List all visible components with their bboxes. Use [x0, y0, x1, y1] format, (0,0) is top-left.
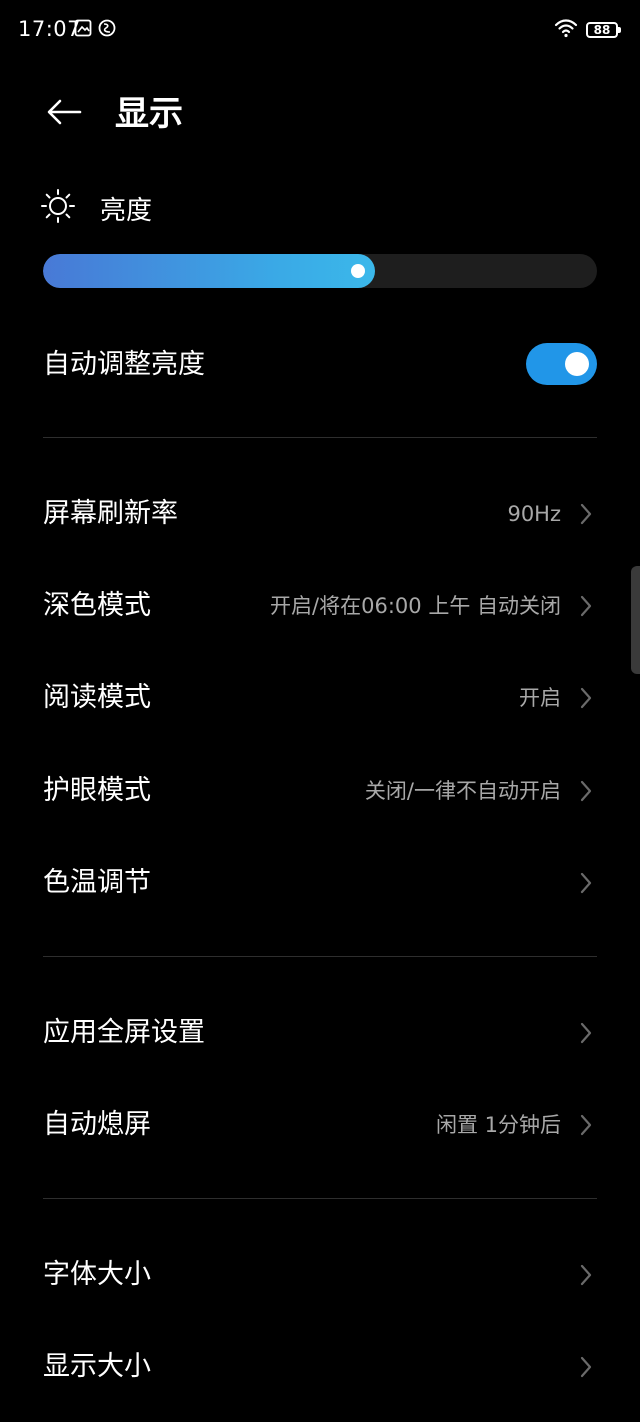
- row-label: 自动熄屏: [43, 1109, 151, 1140]
- row-label: 护眼模式: [43, 775, 151, 806]
- sun-icon: [40, 188, 76, 228]
- header: 显示: [0, 78, 640, 150]
- row-label: 字体大小: [43, 1259, 151, 1290]
- chevron-right-icon: [579, 1263, 593, 1287]
- row-value: 开启/将在06:00 上午 自动关闭: [270, 594, 561, 618]
- row-label: 屏幕刷新率: [43, 498, 178, 529]
- wifi-icon: [554, 18, 578, 42]
- brightness-slider[interactable]: [43, 254, 597, 288]
- row-value: 关闭/一律不自动开启: [364, 779, 561, 803]
- chevron-right-icon: [579, 779, 593, 803]
- brightness-header: 亮度: [40, 186, 152, 230]
- divider: [43, 1198, 597, 1199]
- status-bar: 17:07 88: [0, 0, 640, 60]
- chevron-right-icon: [579, 1113, 593, 1137]
- status-icons-right: 88: [554, 18, 621, 42]
- row-eye-comfort[interactable]: 护眼模式 关闭/一律不自动开启: [43, 751, 597, 831]
- row-label: 阅读模式: [43, 682, 151, 713]
- chevron-right-icon: [579, 1021, 593, 1045]
- row-label: 显示大小: [43, 1351, 151, 1382]
- brightness-thumb[interactable]: [351, 264, 365, 278]
- brightness-fill: [43, 254, 375, 288]
- row-label: 深色模式: [43, 590, 151, 621]
- brightness-label: 亮度: [100, 195, 153, 226]
- chevron-right-icon: [579, 594, 593, 618]
- row-label: 色温调节: [43, 867, 151, 898]
- row-display-size[interactable]: 显示大小: [43, 1327, 597, 1407]
- chevron-right-icon: [579, 1355, 593, 1379]
- back-button[interactable]: [40, 90, 88, 138]
- auto-brightness-toggle[interactable]: [526, 343, 597, 385]
- chevron-right-icon: [579, 871, 593, 895]
- divider: [43, 956, 597, 957]
- status-icons-left: [74, 19, 116, 41]
- row-fullscreen-apps[interactable]: 应用全屏设置: [43, 993, 597, 1073]
- row-color-temperature[interactable]: 色温调节: [43, 843, 597, 923]
- auto-brightness-row[interactable]: 自动调整亮度: [43, 332, 597, 398]
- status-time: 17:07: [18, 17, 82, 41]
- arrow-left-icon: [46, 98, 82, 130]
- row-value: 开启: [519, 686, 561, 710]
- page-title: 显示: [115, 94, 183, 134]
- toggle-knob: [565, 352, 589, 376]
- auto-brightness-label: 自动调整亮度: [43, 349, 205, 380]
- edge-gesture-handle[interactable]: [631, 566, 640, 674]
- row-screen-timeout[interactable]: 自动熄屏 闲置 1分钟后: [43, 1085, 597, 1165]
- row-dark-mode[interactable]: 深色模式 开启/将在06:00 上午 自动关闭: [43, 566, 597, 646]
- battery-icon: 88: [586, 22, 621, 38]
- row-value: 闲置 1分钟后: [435, 1113, 561, 1137]
- row-reading-mode[interactable]: 阅读模式 开启: [43, 658, 597, 738]
- row-value: 90Hz: [507, 502, 561, 526]
- row-refresh-rate[interactable]: 屏幕刷新率 90Hz: [43, 474, 597, 554]
- chevron-right-icon: [579, 686, 593, 710]
- divider: [43, 437, 597, 438]
- gallery-icon: [74, 19, 92, 41]
- chevron-right-icon: [579, 502, 593, 526]
- row-font-size[interactable]: 字体大小: [43, 1235, 597, 1315]
- data-saver-icon: [98, 19, 116, 41]
- row-label: 应用全屏设置: [43, 1017, 205, 1048]
